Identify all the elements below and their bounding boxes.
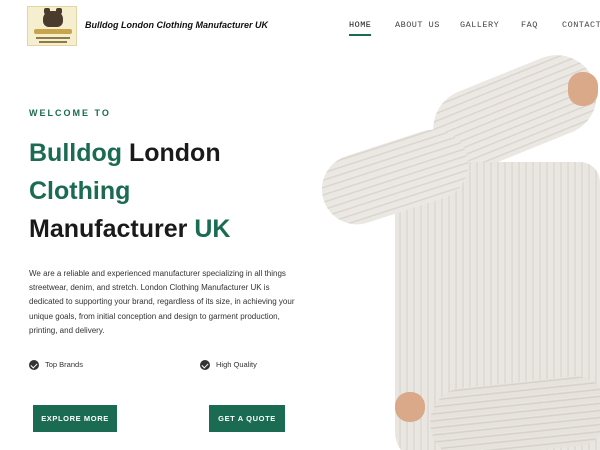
feature-high-quality: High Quality: [200, 359, 320, 373]
hero-title-line: Bulldog London: [29, 134, 319, 172]
check-circle-icon: [29, 360, 39, 370]
hero-title-text: Manufacturer: [29, 215, 195, 243]
main-nav: HOME ABOUT US GALLERY FAQ CONTACT: [0, 20, 600, 36]
hero-image: [320, 52, 600, 450]
hero-title-highlight: Bulldog: [29, 139, 123, 167]
hero-title-text: London: [122, 139, 221, 167]
nav-item-contact[interactable]: CONTACT: [562, 20, 600, 30]
get-a-quote-button[interactable]: GET A QUOTE: [209, 405, 285, 432]
check-circle-icon: [200, 360, 210, 370]
logo-text-line: [36, 37, 70, 39]
nav-item-about-us[interactable]: ABOUT US: [395, 20, 440, 30]
hero-title-highlight: UK: [194, 215, 231, 243]
hero-description: We are a reliable and experienced manufa…: [29, 269, 295, 335]
feature-top-brands: Top Brands: [29, 359, 149, 373]
hand: [568, 72, 598, 106]
nav-item-gallery[interactable]: GALLERY: [460, 20, 499, 30]
hero-title-line: Manufacturer UK: [29, 210, 319, 248]
nav-active-indicator: [349, 34, 371, 36]
feature-label: Top Brands: [45, 360, 83, 369]
nav-item-home[interactable]: HOME: [349, 20, 371, 30]
hand: [395, 392, 425, 422]
site-header: Bulldog London Clothing Manufacturer UK …: [0, 0, 600, 52]
nav-item-faq[interactable]: FAQ: [521, 20, 538, 30]
feature-label: High Quality: [216, 360, 257, 369]
hero-title: Bulldog London Clothing Manufacturer UK: [29, 134, 319, 248]
hero-eyebrow: WELCOME TO: [29, 108, 111, 118]
hero-title-highlight: Clothing: [29, 177, 131, 205]
logo-text-line: [39, 41, 67, 43]
explore-more-button[interactable]: EXPLORE MORE: [33, 405, 117, 432]
